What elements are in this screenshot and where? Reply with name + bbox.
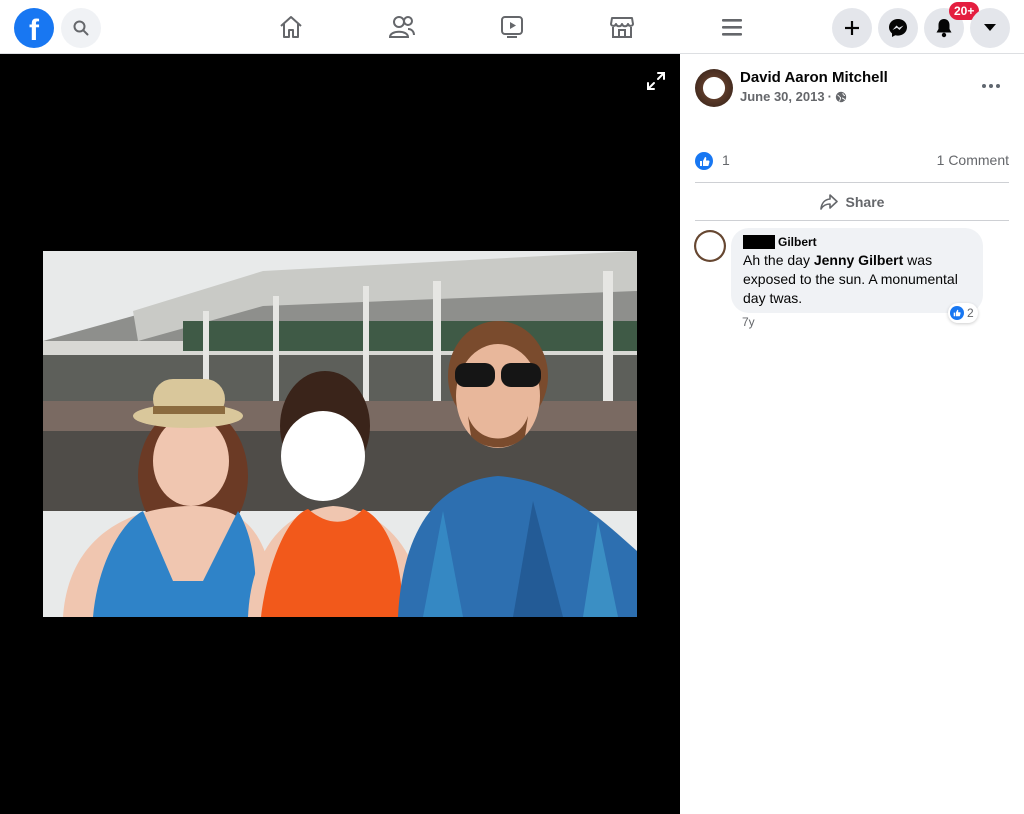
share-button[interactable]: Share — [695, 183, 1009, 220]
commenter-name: Gilbert — [778, 235, 817, 249]
photo-viewer — [0, 54, 680, 814]
comment-reaction-count: 2 — [967, 306, 974, 320]
like-reaction-icon[interactable] — [695, 152, 713, 170]
account-button[interactable] — [970, 8, 1010, 48]
watch-icon — [501, 16, 523, 38]
more-dot — [989, 84, 993, 88]
menu-icon — [722, 19, 742, 36]
post-photo[interactable] — [43, 251, 637, 617]
comment-bubble: Gilbert Ah the day Jenny Gilbert was exp… — [731, 228, 983, 313]
thumbs-up-icon — [699, 156, 709, 166]
comment-mention[interactable]: Jenny Gilbert — [814, 252, 903, 268]
comment-reactions[interactable]: 2 — [948, 303, 978, 323]
nav-friends[interactable] — [384, 10, 420, 44]
create-button[interactable] — [832, 8, 872, 48]
photo-image — [43, 251, 637, 617]
commenter-avatar[interactable] — [694, 230, 726, 262]
messenger-icon — [889, 19, 907, 37]
expand-icon[interactable] — [645, 70, 667, 92]
friends-icon — [388, 16, 415, 38]
top-nav-bar: f 20+ — [0, 0, 1024, 54]
date-separator: · — [827, 89, 832, 104]
nav-home[interactable] — [273, 10, 309, 44]
redacted-name — [743, 235, 775, 249]
commenter-name-row[interactable]: Gilbert — [743, 235, 971, 249]
nav-watch[interactable] — [494, 10, 530, 44]
search-button[interactable] — [61, 8, 101, 48]
comment-timestamp[interactable]: 7y — [742, 315, 755, 329]
comment-text-pre: Ah the day — [743, 252, 814, 268]
post-date[interactable]: June 30, 2013 — [740, 89, 825, 104]
author-avatar[interactable] — [695, 69, 733, 107]
divider-bottom — [695, 220, 1009, 221]
home-icon — [280, 16, 302, 38]
more-options-button[interactable] — [976, 78, 1006, 94]
share-icon — [819, 193, 838, 210]
notifications-icon — [936, 19, 952, 38]
thumbs-up-icon — [953, 309, 961, 317]
nav-menu[interactable] — [714, 10, 750, 44]
author-name[interactable]: David Aaron Mitchell — [740, 69, 888, 86]
more-dot — [996, 84, 1000, 88]
reactions-summary: 1 1 Comment — [695, 150, 1009, 170]
share-label: Share — [845, 193, 885, 210]
like-count[interactable]: 1 — [722, 152, 730, 168]
marketplace-icon — [610, 17, 634, 38]
globe-icon — [835, 91, 847, 102]
create-icon — [845, 21, 859, 35]
messenger-button[interactable] — [878, 8, 918, 48]
post-sidebar: David Aaron Mitchell June 30, 2013 · 1 1… — [680, 54, 1024, 814]
comment-like-icon — [950, 306, 964, 320]
post-date-row: June 30, 2013 · — [740, 89, 847, 104]
more-dot — [982, 84, 986, 88]
comment-count[interactable]: 1 Comment — [937, 152, 1009, 168]
account-icon — [984, 24, 996, 31]
comment-text: Ah the day Jenny Gilbert was exposed to … — [743, 251, 971, 308]
facebook-logo[interactable]: f — [14, 8, 54, 48]
nav-marketplace[interactable] — [604, 10, 640, 44]
search-icon — [73, 20, 89, 36]
